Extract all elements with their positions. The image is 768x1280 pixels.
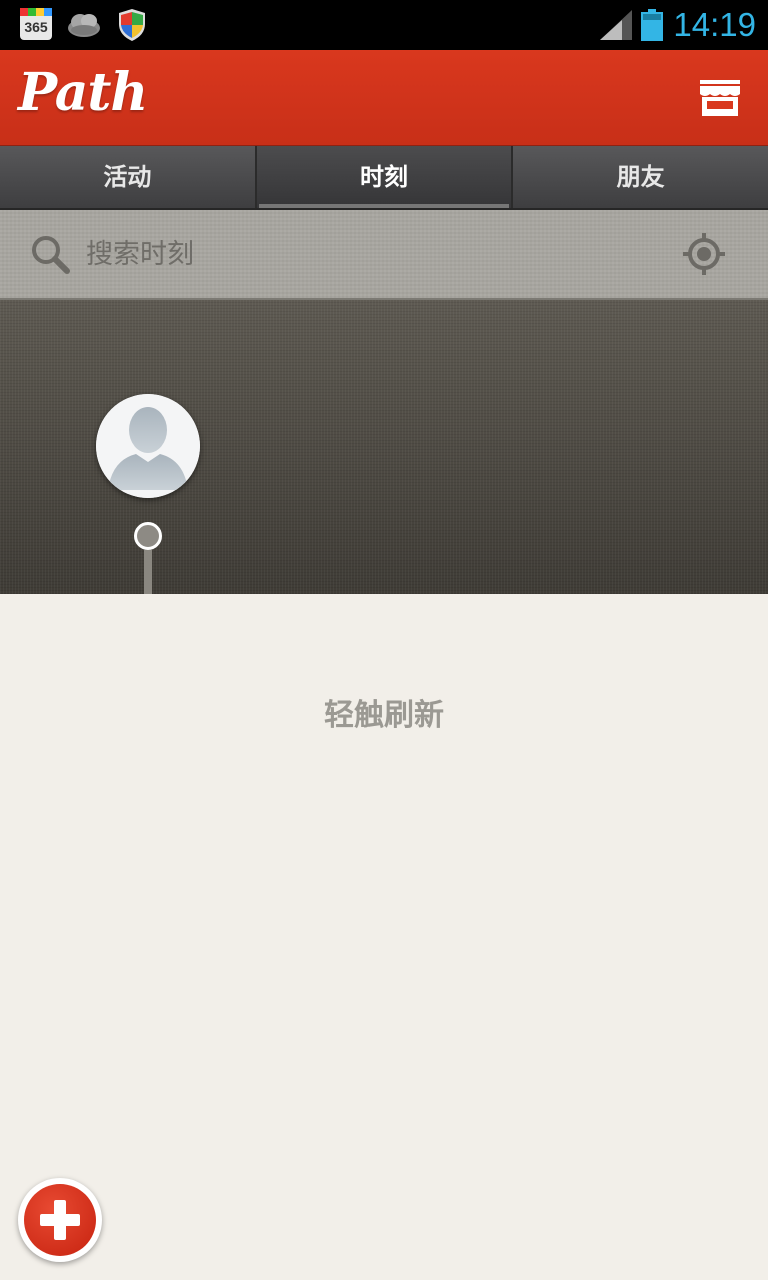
timeline-dot — [134, 522, 162, 550]
path-logo: Path — [18, 62, 148, 123]
timeline-line — [144, 550, 152, 594]
search-input[interactable] — [84, 230, 648, 278]
status-bar: 365 14:19 — [0, 0, 768, 50]
battery-icon — [641, 9, 663, 41]
locate-icon[interactable] — [682, 232, 726, 276]
cloud-icon — [68, 14, 100, 37]
tab-friends[interactable]: 朋友 — [513, 146, 768, 208]
calendar-365-icon: 365 — [20, 8, 52, 40]
tap-to-refresh[interactable]: 轻触刷新 — [0, 690, 768, 734]
plus-icon — [40, 1200, 80, 1240]
cover-photo[interactable] — [0, 300, 768, 594]
tab-bar: 活动 时刻 朋友 — [0, 146, 768, 210]
app-bar: Path — [0, 50, 768, 146]
search-icon — [32, 236, 70, 274]
clock: 14:19 — [673, 6, 756, 43]
calendar-badge: 365 — [24, 19, 48, 35]
store-icon[interactable] — [698, 78, 742, 118]
tab-activity[interactable]: 活动 — [0, 146, 257, 208]
search-bar — [0, 210, 768, 300]
avatar[interactable] — [96, 394, 200, 498]
signal-icon — [600, 10, 632, 40]
tab-moments[interactable]: 时刻 — [256, 146, 514, 208]
add-moment-button[interactable] — [18, 1178, 102, 1262]
user-silhouette-icon — [96, 394, 200, 498]
shield-icon — [119, 9, 145, 41]
